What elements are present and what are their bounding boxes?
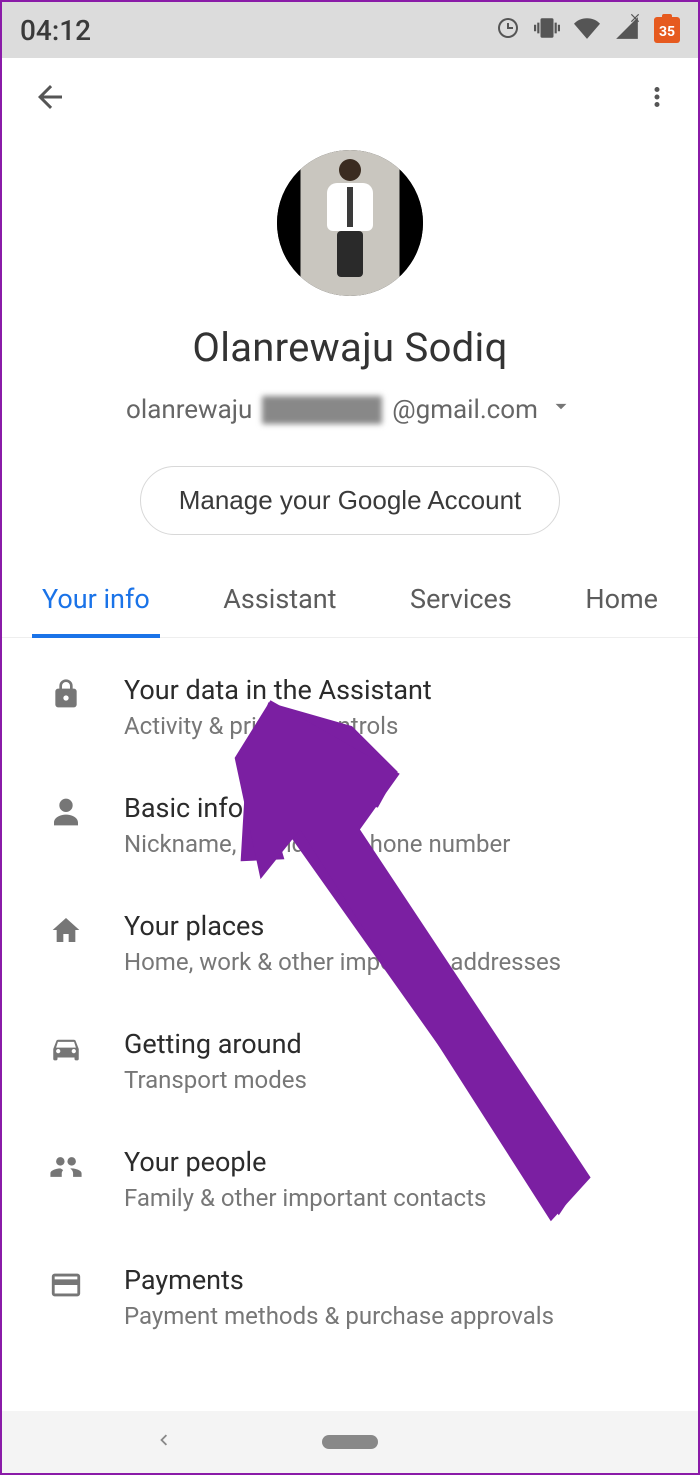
status-bar: 04:12 35: [2, 2, 698, 58]
list-item-basic-info[interactable]: Basic info Nickname, birthday & phone nu…: [2, 766, 698, 884]
item-title: Basic info: [124, 792, 510, 824]
list-item-getting-around[interactable]: Getting around Transport modes: [2, 1002, 698, 1120]
list-item-your-places[interactable]: Your places Home, work & other important…: [2, 884, 698, 1002]
tab-home[interactable]: Home: [585, 583, 658, 637]
screen: 04:12 35 Olanrewaju Sodiq olanrewaju @gma…: [0, 0, 700, 1475]
item-title: Your places: [124, 910, 561, 942]
system-nav-bar: [2, 1411, 698, 1473]
item-subtitle: Activity & privacy controls: [124, 712, 432, 740]
tab-services[interactable]: Services: [410, 583, 512, 637]
item-title: Your people: [124, 1146, 486, 1178]
tab-your-info[interactable]: Your info: [42, 583, 150, 637]
item-subtitle: Payment methods & purchase approvals: [124, 1302, 554, 1330]
item-subtitle: Family & other important contacts: [124, 1184, 486, 1212]
battery-text: 35: [659, 24, 675, 40]
account-selector[interactable]: olanrewaju @gmail.com: [126, 393, 574, 426]
home-icon: [44, 910, 88, 946]
nav-home-pill[interactable]: [322, 1435, 378, 1449]
email-prefix: olanrewaju: [126, 395, 252, 425]
back-icon[interactable]: [32, 79, 68, 119]
avatar[interactable]: [277, 150, 423, 296]
app-bar: [2, 58, 698, 140]
more-icon[interactable]: [642, 82, 672, 116]
status-icons: 35: [496, 15, 680, 45]
chevron-down-icon: [548, 393, 574, 426]
item-title: Payments: [124, 1264, 554, 1296]
battery-icon: 35: [654, 17, 680, 43]
list-item-payments[interactable]: Payments Payment methods & purchase appr…: [2, 1238, 698, 1356]
do-not-disturb-icon: [496, 16, 520, 44]
person-icon: [44, 792, 88, 828]
email-suffix: @gmail.com: [392, 395, 538, 425]
car-icon: [44, 1028, 88, 1066]
lock-icon: [44, 674, 88, 710]
tab-assistant[interactable]: Assistant: [223, 583, 336, 637]
tabs: Your info Assistant Services Home: [2, 557, 698, 638]
wifi-icon: [574, 15, 600, 45]
profile-name: Olanrewaju Sodiq: [192, 324, 507, 371]
list-item-your-data[interactable]: Your data in the Assistant Activity & pr…: [2, 648, 698, 766]
settings-list: Your data in the Assistant Activity & pr…: [2, 638, 698, 1356]
profile-section: Olanrewaju Sodiq olanrewaju @gmail.com Ma…: [2, 140, 698, 557]
signal-icon: [614, 15, 640, 45]
item-title: Getting around: [124, 1028, 307, 1060]
people-icon: [44, 1146, 88, 1184]
manage-account-button[interactable]: Manage your Google Account: [140, 466, 561, 535]
card-icon: [44, 1264, 88, 1302]
item-subtitle: Home, work & other important addresses: [124, 948, 561, 976]
list-item-your-people[interactable]: Your people Family & other important con…: [2, 1120, 698, 1238]
item-subtitle: Nickname, birthday & phone number: [124, 830, 510, 858]
scroll-fade: [2, 1351, 698, 1411]
item-subtitle: Transport modes: [124, 1066, 307, 1094]
status-time: 04:12: [20, 14, 91, 47]
redacted-segment: [262, 396, 382, 424]
item-title: Your data in the Assistant: [124, 674, 432, 706]
vibrate-icon: [534, 15, 560, 45]
nav-back-icon[interactable]: [152, 1429, 174, 1455]
